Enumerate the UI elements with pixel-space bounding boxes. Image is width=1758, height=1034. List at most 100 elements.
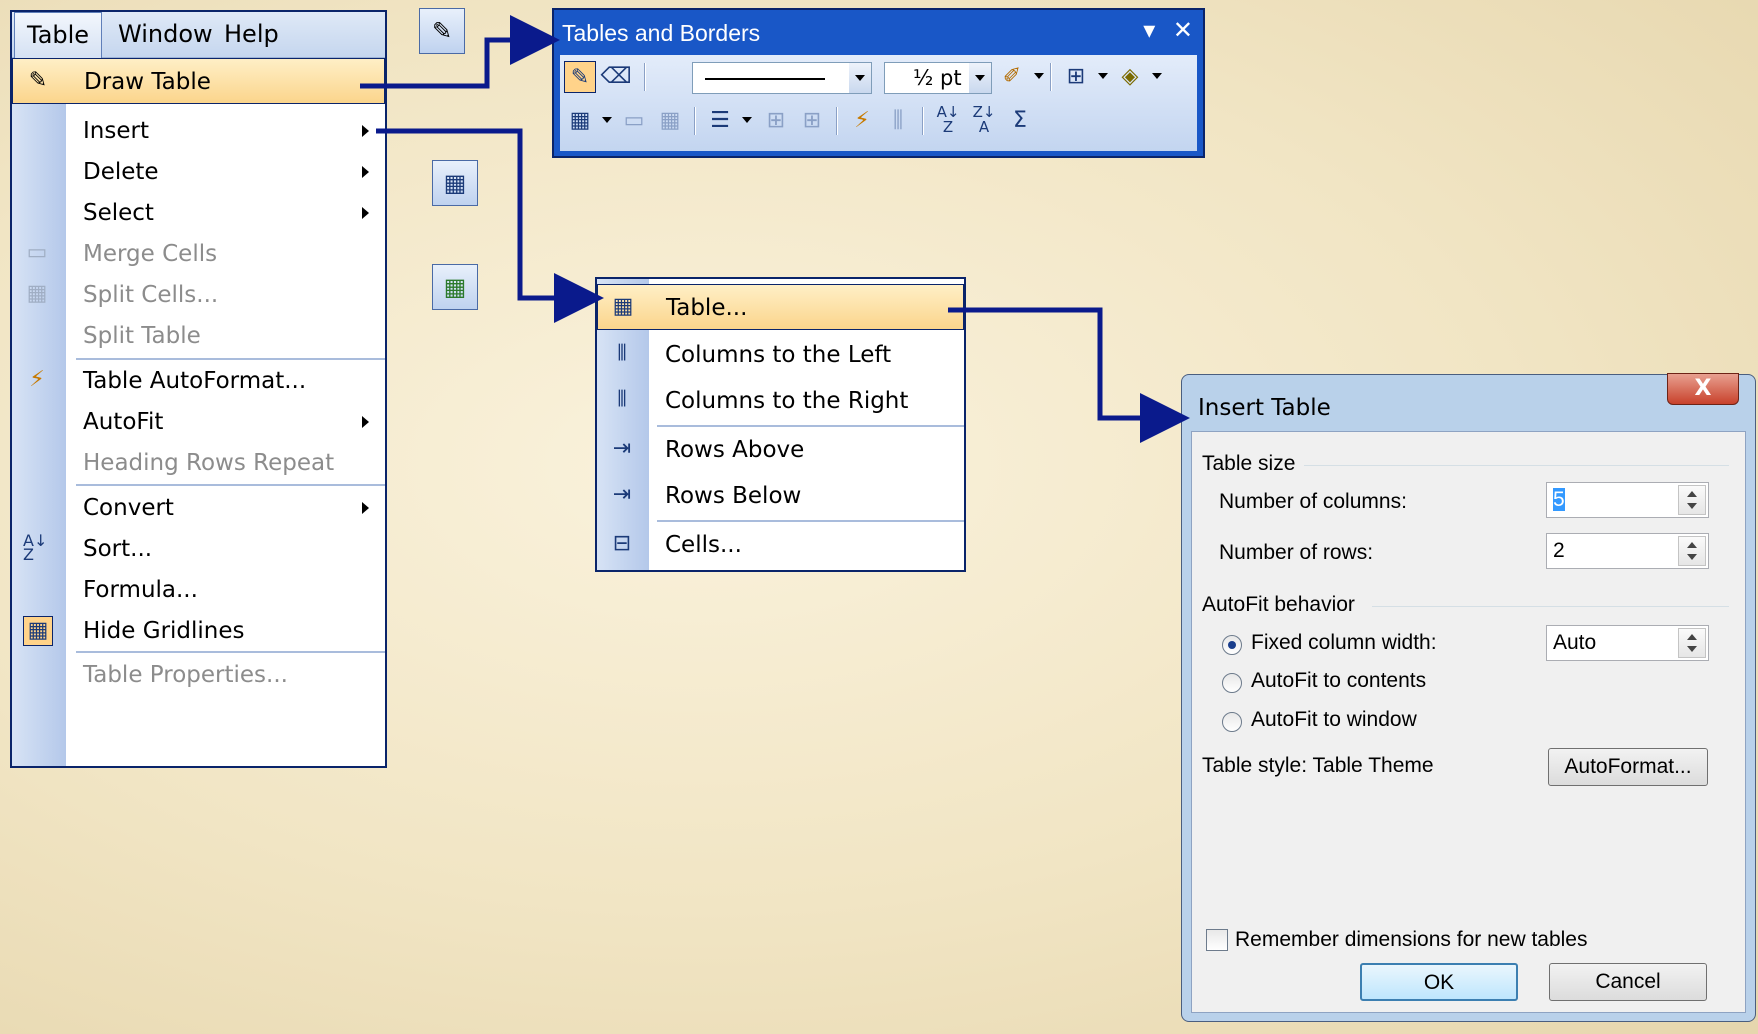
columns-value[interactable]: 5: [1553, 488, 1565, 511]
menu-item-split-table[interactable]: Split Table: [12, 313, 385, 359]
autoformat-icon[interactable]: ⚡: [846, 105, 878, 137]
draw-table-icon: ✎: [28, 68, 48, 93]
menu-item-label: Split Cells...: [83, 282, 219, 308]
toolbar-options-icon[interactable]: ▾: [1143, 16, 1155, 44]
line-style-dropdown[interactable]: [692, 62, 872, 94]
merge-cells-icon[interactable]: ▭: [618, 105, 650, 137]
menubar-help[interactable]: Help: [212, 12, 291, 57]
text-direction-icon[interactable]: ⫼: [882, 105, 914, 137]
menu-item-label: Columns to the Right: [665, 388, 909, 414]
insert-table-icon: ▦: [432, 160, 478, 206]
toolbar-row-2: ▦ ▭ ▦ ☰ ⊞ ⊞ ⚡ ⫼ A↓ Z Z↓ A Σ: [564, 101, 1194, 141]
chevron-down-icon[interactable]: [1098, 73, 1108, 79]
menu-item-heading-rows-repeat[interactable]: Heading Rows Repeat: [12, 440, 385, 486]
menu-item-formula[interactable]: Formula...: [12, 567, 385, 613]
border-color-icon[interactable]: ✐: [996, 61, 1028, 93]
menu-item-merge-cells[interactable]: ▭ Merge Cells: [12, 231, 385, 277]
menubar-table[interactable]: Table: [14, 12, 103, 58]
chevron-down-icon[interactable]: [1034, 73, 1044, 79]
menu-item-label: Split Table: [83, 323, 201, 349]
line-weight-dropdown[interactable]: ½ pt: [884, 62, 992, 94]
menu-item-select[interactable]: Select: [12, 190, 385, 236]
spinner-arrows-icon[interactable]: [1678, 536, 1706, 566]
autofit-window-radio[interactable]: [1222, 712, 1242, 732]
columns-left-icon: ⫴: [617, 341, 627, 366]
fixed-width-label: Fixed column width:: [1251, 631, 1437, 654]
columns-spinner[interactable]: 5: [1546, 482, 1709, 518]
menu-item-label: Merge Cells: [83, 241, 218, 267]
menu-item-autofit[interactable]: AutoFit: [12, 399, 385, 445]
close-icon[interactable]: ✕: [1173, 16, 1193, 44]
split-cells-icon[interactable]: ▦: [654, 105, 686, 137]
ok-button[interactable]: OK: [1360, 963, 1518, 1001]
eraser-icon[interactable]: ⌫: [600, 61, 632, 93]
autosum-icon[interactable]: Σ: [1004, 105, 1036, 137]
menu-item-label: Hide Gridlines: [83, 618, 245, 644]
toolbar-separator: [694, 107, 696, 135]
chevron-down-icon[interactable]: [849, 63, 871, 93]
submenu-arrow-icon: [362, 416, 369, 428]
menu-item-label: Heading Rows Repeat: [83, 450, 335, 476]
menu-item-columns-left[interactable]: ⫴ Columns to the Left: [597, 332, 964, 378]
menu-item-table-properties[interactable]: Table Properties...: [12, 652, 385, 698]
group-table-size: Table size: [1202, 452, 1296, 475]
menu-item-label: AutoFit: [83, 409, 164, 435]
menu-item-rows-below[interactable]: ⇥ Rows Below: [597, 473, 964, 519]
remember-checkbox[interactable]: [1206, 929, 1228, 951]
toolbar-separator: [644, 63, 646, 91]
line-weight-value: ½ pt: [913, 66, 962, 90]
shading-color-icon[interactable]: ◈: [1114, 61, 1146, 93]
menu-item-table[interactable]: ▦ Table...: [597, 284, 964, 330]
menu-item-label: Select: [83, 200, 154, 226]
toolbar-separator: [1050, 63, 1052, 91]
autofit-contents-radio[interactable]: [1222, 673, 1242, 693]
menu-item-insert[interactable]: Insert: [12, 108, 385, 154]
menu-item-label: Table...: [666, 295, 748, 321]
menu-item-delete[interactable]: Delete: [12, 149, 385, 195]
menu-item-convert[interactable]: Convert: [12, 485, 385, 531]
autoformat-icon: ⚡: [29, 367, 45, 392]
menu-item-table-autoformat[interactable]: ⚡ Table AutoFormat...: [12, 358, 385, 404]
sort-ascending-icon[interactable]: A↓ Z: [932, 105, 964, 137]
menu-item-sort[interactable]: A↓ Z Sort...: [12, 526, 385, 572]
menu-item-label: Cells...: [665, 532, 742, 558]
distribute-rows-icon[interactable]: ⊞: [760, 105, 792, 137]
chevron-down-icon[interactable]: [742, 117, 752, 123]
group-autofit: AutoFit behavior: [1202, 593, 1355, 616]
menu-item-draw-table[interactable]: ✎ Draw Table: [12, 58, 385, 104]
draw-table-icon: ✎: [419, 8, 465, 54]
draw-table-tool-icon[interactable]: ✎: [564, 61, 596, 93]
rows-value[interactable]: 2: [1553, 539, 1565, 562]
arrow-table-to-dialog: [948, 307, 1190, 443]
outside-border-icon[interactable]: ⊞: [1060, 61, 1092, 93]
distribute-columns-icon[interactable]: ⊞: [796, 105, 828, 137]
close-button[interactable]: X: [1667, 373, 1739, 405]
merge-cells-icon: ▭: [26, 240, 48, 265]
menu-item-hide-gridlines[interactable]: ▦ Hide Gridlines: [12, 608, 385, 654]
insert-table-icon[interactable]: ▦: [564, 105, 596, 137]
spinner-arrows-icon[interactable]: [1678, 628, 1706, 658]
menu-item-cells[interactable]: ⊟ Cells...: [597, 522, 964, 568]
align-icon[interactable]: ☰: [704, 105, 736, 137]
sort-descending-icon[interactable]: Z↓ A: [968, 105, 1000, 137]
toolbar-row-1: ✎ ⌫ ½ pt ✐ ⊞ ◈: [564, 57, 1194, 97]
spinner-arrows-icon[interactable]: [1678, 485, 1706, 515]
toolbar-title: Tables and Borders: [562, 20, 761, 46]
rows-spinner[interactable]: 2: [1546, 533, 1709, 569]
menu-item-split-cells[interactable]: ▦ Split Cells...: [12, 272, 385, 318]
insert-table-dialog: Insert Table X Table size Number of colu…: [1181, 373, 1756, 1022]
menubar-window[interactable]: Window: [106, 12, 225, 57]
chevron-down-icon[interactable]: [1152, 73, 1162, 79]
menu-item-rows-above[interactable]: ⇥ Rows Above: [597, 427, 964, 473]
menubar: Table Window Help: [12, 12, 385, 58]
fixed-width-spinner[interactable]: Auto: [1546, 625, 1709, 661]
fixed-width-radio[interactable]: [1222, 635, 1242, 655]
chevron-down-icon[interactable]: [969, 63, 991, 93]
submenu-arrow-icon: [362, 166, 369, 178]
cancel-button[interactable]: Cancel: [1549, 963, 1707, 1001]
autoformat-button[interactable]: AutoFormat...: [1548, 748, 1708, 786]
menu-item-columns-right[interactable]: ⫴ Columns to the Right: [597, 378, 964, 424]
insert-table-icon: ▦: [612, 294, 634, 319]
fixed-width-value[interactable]: Auto: [1553, 631, 1596, 654]
chevron-down-icon[interactable]: [602, 117, 612, 123]
